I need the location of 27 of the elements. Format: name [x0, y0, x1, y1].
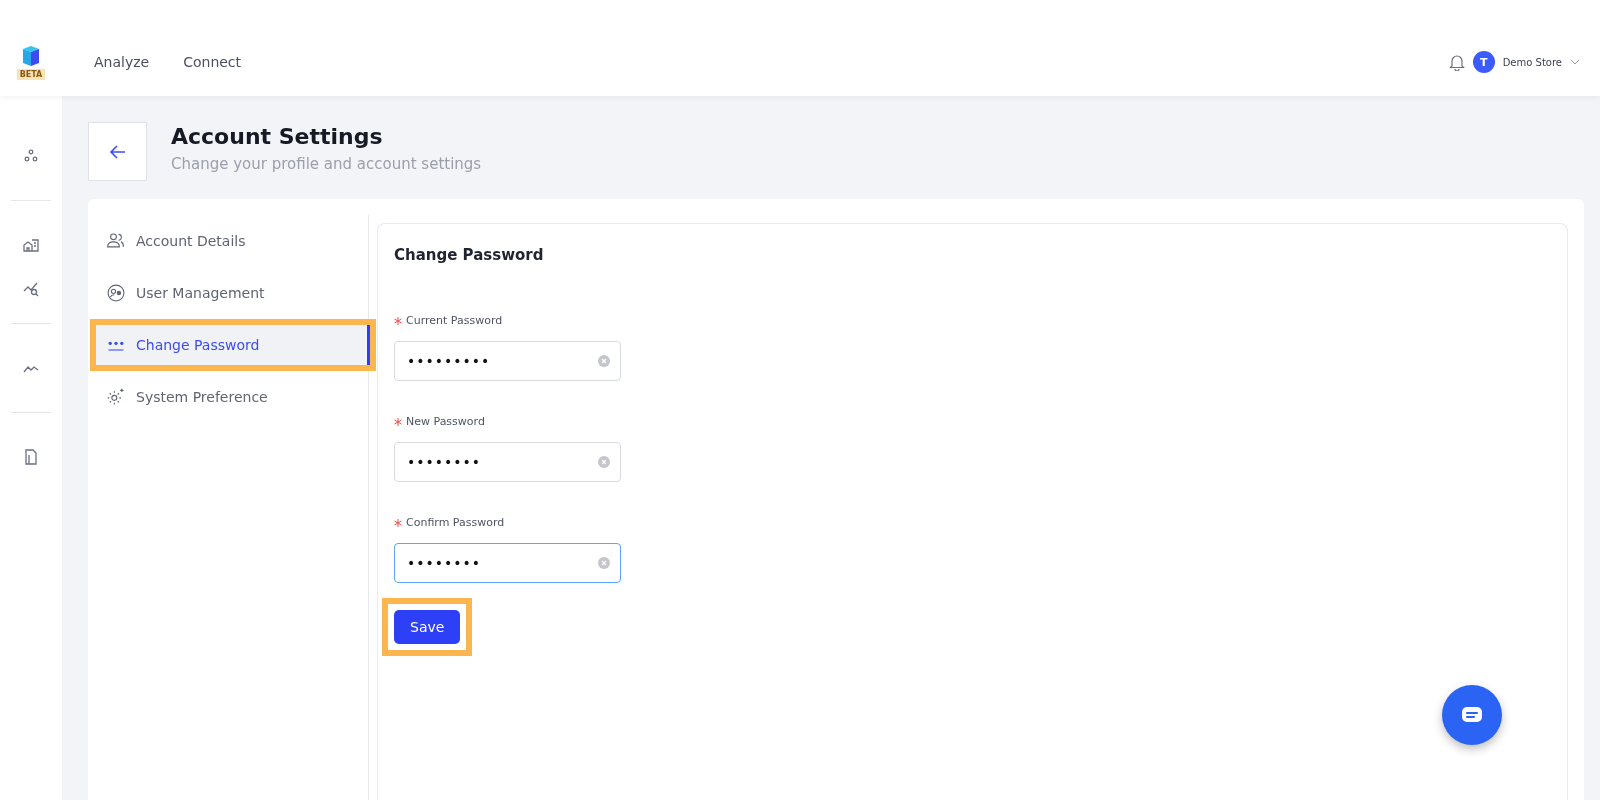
menu-item[interactable]: Change Password — [96, 325, 370, 365]
nodes-icon[interactable] — [23, 148, 39, 164]
chevron-down-icon[interactable] — [1570, 59, 1580, 65]
document-icon[interactable] — [23, 449, 39, 465]
user-name[interactable]: Demo Store — [1502, 56, 1562, 68]
nav-link[interactable]: Analyze — [94, 54, 150, 70]
form-title: Change Password — [394, 246, 545, 264]
bell-icon[interactable] — [1448, 53, 1465, 71]
menu-item[interactable]: User Management — [96, 273, 362, 313]
building-icon[interactable] — [23, 237, 39, 253]
chart-search-icon[interactable] — [23, 281, 39, 297]
field-label: Current Password — [406, 314, 503, 327]
page-title: Account Settings — [171, 124, 384, 149]
menu-item[interactable]: Account Details — [96, 221, 362, 261]
beta-badge: BETA — [16, 68, 46, 80]
field-label: New Password — [406, 415, 485, 428]
password-field[interactable]: ••••••••• — [394, 341, 621, 381]
password-field[interactable]: •••••••• — [394, 543, 621, 583]
avatar[interactable]: T — [1472, 51, 1495, 73]
save-button[interactable]: Save — [394, 610, 461, 644]
user-circle-icon — [106, 283, 126, 303]
menu-item[interactable]: System Preference — [96, 377, 362, 417]
field-label: Confirm Password — [406, 516, 505, 529]
page-subtitle: Change your profile and account settings — [171, 155, 482, 173]
password-field[interactable]: •••••••• — [394, 442, 621, 482]
nav-link[interactable]: Connect — [183, 54, 242, 70]
logo-icon — [21, 44, 41, 67]
